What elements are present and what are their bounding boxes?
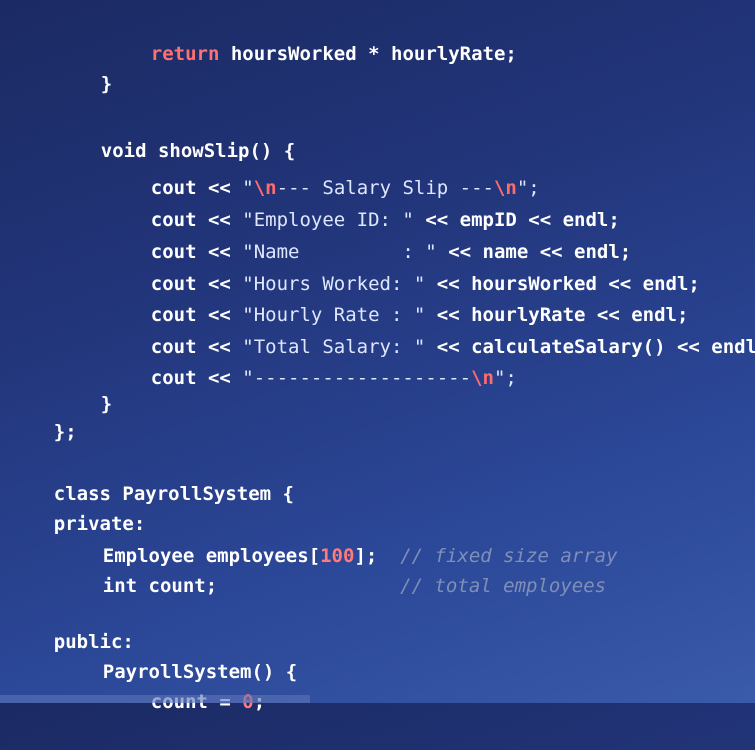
class-end: }; (53, 421, 77, 443)
code-line: class PayrollSystem { (8, 446, 294, 505)
code-line: cout << "Name : " << name << endl; (105, 204, 631, 263)
code-line: cout << "Hourly Rate : " << hourlyRate <… (105, 267, 689, 326)
keyword-return: return (150, 43, 220, 65)
identifier: hoursWorked (219, 43, 369, 65)
code-line: Employee employees[100]; // fixed size a… (57, 508, 618, 567)
closing-brace: } (100, 73, 113, 95)
code-line: int count; // total employees (57, 538, 606, 597)
code-line: public: (8, 594, 134, 653)
code-line: cout << "-------------------\n"; (105, 330, 517, 389)
identifier: hourlyRate; (379, 43, 517, 65)
code-line: cout << "Hours Worked: " << hoursWorked … (105, 236, 700, 295)
code-line: PayrollSystem() { (57, 624, 297, 683)
escape-sequence: \n (471, 367, 494, 389)
code-line: cout << "Employee ID: " << empID << endl… (105, 172, 620, 231)
code-line: }; (8, 384, 77, 443)
operator: * (368, 43, 380, 65)
cout-stream: cout << (150, 367, 243, 389)
code-line: void showSlip() { (55, 103, 295, 162)
string-literal: "------------------- (242, 367, 472, 389)
horizontal-scrollbar[interactable] (0, 695, 310, 703)
code-line: cout << "Total Salary: " << calculateSal… (105, 299, 755, 358)
closing-brace: } (100, 393, 113, 415)
string-literal: "; (493, 367, 517, 389)
code-line: private: (8, 476, 146, 535)
code-line: return hoursWorked * hourlyRate; (105, 6, 517, 65)
code-line: cout << "\n--- Salary Slip ---\n"; (105, 140, 540, 199)
code-editor[interactable]: return hoursWorked * hourlyRate; } void … (0, 0, 755, 713)
code-comment: // total employees (217, 575, 607, 597)
code-line: } (55, 36, 112, 95)
code-line: count = 0; (105, 654, 265, 713)
